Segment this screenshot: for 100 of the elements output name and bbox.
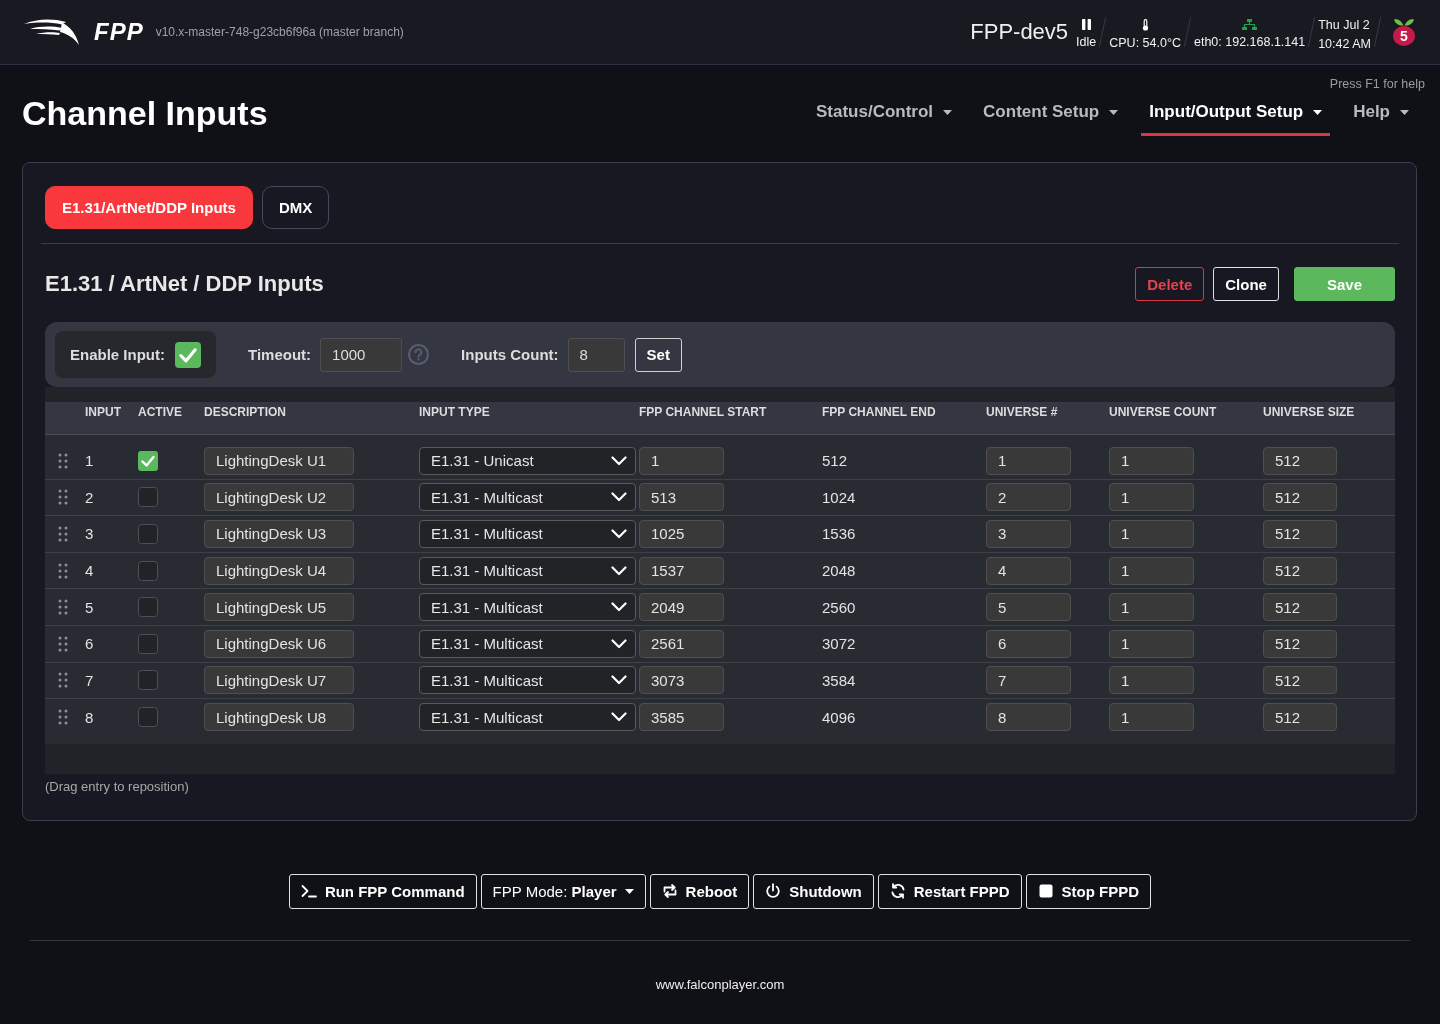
input-type-select[interactable]: E1.31 - Multicast — [419, 666, 636, 695]
channel-start-field[interactable]: 1025 — [639, 520, 724, 548]
universe-size-field[interactable]: 512 — [1263, 556, 1337, 585]
channel-start-field[interactable]: 2561 — [639, 629, 724, 658]
column-header: UNIVERSE SIZE — [1263, 404, 1355, 419]
universe-count-field[interactable]: 1 — [1109, 483, 1194, 512]
universe-field[interactable]: 5 — [986, 593, 1071, 622]
inputs-count-field[interactable]: 8 — [567, 337, 625, 372]
active-checkbox[interactable] — [138, 560, 158, 581]
channel-start-field[interactable]: 2049 — [639, 593, 724, 622]
channel-start-field[interactable]: 3073 — [639, 666, 724, 695]
drag-handle-icon[interactable] — [58, 599, 68, 616]
channel-start-field[interactable]: 3585 — [639, 703, 724, 732]
nav-menu-item[interactable]: Content Setup — [975, 94, 1127, 136]
drag-handle-icon[interactable] — [58, 635, 68, 652]
nav-menu-item[interactable]: Input/Output Setup — [1141, 94, 1331, 136]
inputs-count-label: Inputs Count: — [461, 346, 559, 363]
active-checkbox[interactable] — [138, 450, 158, 471]
command-button[interactable]: Run FPP Command — [288, 873, 477, 909]
input-type-select[interactable]: E1.31 - Multicast — [419, 593, 636, 622]
active-checkbox[interactable] — [138, 633, 158, 654]
universe-count-field[interactable]: 1 — [1109, 593, 1194, 622]
nav-menu-item[interactable]: Status/Control — [808, 94, 961, 136]
universe-field[interactable]: 7 — [986, 666, 1071, 695]
description-field[interactable]: LightingDesk U4 — [204, 556, 354, 585]
mode-button[interactable]: FPP Mode: Player — [480, 873, 646, 909]
universe-field[interactable]: 8 — [986, 703, 1071, 732]
input-type-select[interactable]: E1.31 - Multicast — [419, 629, 636, 658]
column-header: INPUT TYPE — [419, 404, 490, 419]
universe-field[interactable]: 4 — [986, 556, 1071, 585]
input-type-select[interactable]: E1.31 - Multicast — [419, 703, 636, 732]
channel-start-field[interactable]: 513 — [639, 483, 724, 512]
universe-size-field[interactable]: 512 — [1263, 593, 1337, 622]
chevron-down-icon — [611, 638, 627, 649]
restart-button[interactable]: Restart FPPD — [877, 873, 1022, 909]
website-link[interactable]: www.falconplayer.com — [655, 976, 785, 992]
caret-icon — [1109, 109, 1119, 115]
column-header: FPP CHANNEL END — [822, 404, 936, 419]
description-field[interactable]: LightingDesk U6 — [204, 629, 354, 658]
universe-count-field[interactable]: 1 — [1109, 666, 1194, 695]
universe-count-field[interactable]: 1 — [1109, 446, 1194, 475]
universe-size-field[interactable]: 512 — [1263, 483, 1337, 512]
active-checkbox[interactable] — [138, 707, 158, 728]
enable-input-checkbox[interactable] — [175, 341, 201, 368]
set-button[interactable]: Set — [634, 337, 682, 372]
active-checkbox[interactable] — [138, 597, 158, 618]
input-type-select[interactable]: E1.31 - Multicast — [419, 483, 636, 512]
channel-start-field[interactable]: 1 — [639, 446, 724, 475]
danger-action-button[interactable]: Delete — [1135, 267, 1205, 301]
input-type-select[interactable]: E1.31 - Unicast — [419, 446, 636, 475]
description-field[interactable]: LightingDesk U2 — [204, 483, 354, 512]
universe-field[interactable]: 1 — [986, 446, 1071, 475]
universe-size-field[interactable]: 512 — [1263, 520, 1337, 548]
drag-handle-icon[interactable] — [58, 489, 68, 506]
nav-menu-item[interactable]: Help — [1345, 94, 1417, 136]
universe-size-field[interactable]: 512 — [1263, 666, 1337, 695]
drag-handle-icon[interactable] — [58, 526, 68, 542]
channel-end-text: 1536 — [822, 525, 856, 543]
description-field[interactable]: LightingDesk U3 — [204, 520, 354, 548]
description-field[interactable]: LightingDesk U8 — [204, 703, 354, 732]
universe-count-field[interactable]: 1 — [1109, 703, 1194, 732]
reboot-button[interactable]: Reboot — [649, 873, 750, 909]
input-number: 2 — [85, 488, 94, 506]
active-checkbox[interactable] — [138, 670, 158, 691]
column-header: UNIVERSE COUNT — [1109, 404, 1217, 419]
active-checkbox[interactable] — [138, 487, 158, 508]
drag-handle-icon[interactable] — [58, 452, 68, 469]
universe-count-field[interactable]: 1 — [1109, 520, 1194, 548]
universe-count-field[interactable]: 1 — [1109, 629, 1194, 658]
description-field[interactable]: LightingDesk U1 — [204, 446, 354, 475]
outline-action-button[interactable]: Clone — [1213, 267, 1279, 301]
active-checkbox[interactable] — [138, 524, 158, 544]
description-field[interactable]: LightingDesk U5 — [204, 593, 354, 622]
help-hint: Press F1 for help — [1329, 76, 1425, 92]
power-icon — [765, 883, 782, 900]
input-type-select[interactable]: E1.31 - Multicast — [419, 520, 636, 548]
universe-field[interactable]: 2 — [986, 483, 1071, 512]
drag-handle-icon[interactable] — [58, 709, 68, 726]
drag-handle-icon[interactable] — [58, 672, 68, 689]
input-type-select[interactable]: E1.31 - Multicast — [419, 556, 636, 585]
stop-button[interactable]: Stop FPPD — [1025, 873, 1152, 909]
universe-count-field[interactable]: 1 — [1109, 556, 1194, 585]
tab[interactable]: E1.31/ArtNet/DDP Inputs — [45, 186, 253, 229]
description-field[interactable]: LightingDesk U7 — [204, 666, 354, 695]
channel-end-text: 3072 — [822, 635, 856, 653]
universe-size-field[interactable]: 512 — [1263, 703, 1337, 732]
tab[interactable]: DMX — [261, 186, 330, 229]
universe-field[interactable]: 6 — [986, 629, 1071, 658]
shutdown-button[interactable]: Shutdown — [753, 873, 874, 909]
column-header: INPUT — [85, 404, 121, 419]
channel-start-field[interactable]: 1537 — [639, 556, 724, 585]
timeout-field[interactable]: 1000 — [320, 337, 403, 372]
refresh-icon — [889, 883, 906, 900]
universe-field[interactable]: 3 — [986, 520, 1071, 548]
universe-size-field[interactable]: 512 — [1263, 629, 1337, 658]
universe-size-field[interactable]: 512 — [1263, 446, 1337, 475]
drag-handle-icon[interactable] — [58, 562, 68, 579]
caret-icon — [1400, 109, 1409, 115]
pause-icon — [1081, 19, 1091, 30]
chevron-down-icon — [611, 492, 627, 503]
